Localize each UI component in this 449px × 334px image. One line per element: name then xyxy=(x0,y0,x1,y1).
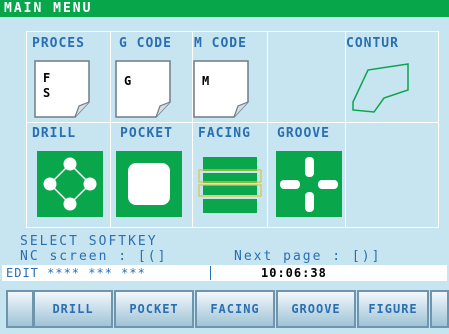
menu-label-m-code[interactable]: M CODE xyxy=(194,36,247,51)
softkey-groove-label: GROOVE xyxy=(291,302,341,316)
softkey-figure-label: FIGURE xyxy=(368,302,418,316)
softkey-right-arrow[interactable] xyxy=(430,290,449,328)
edit-mode-status: EDIT **** *** *** xyxy=(6,266,146,280)
softkey-facing[interactable]: FACING xyxy=(195,290,275,328)
next-page-hint: Next page : [)] xyxy=(234,249,382,264)
menu-label-facing[interactable]: FACING xyxy=(198,126,251,141)
menu-label-contur[interactable]: CONTUR xyxy=(346,36,399,51)
softkey-figure[interactable]: FIGURE xyxy=(357,290,429,328)
grid-divider xyxy=(110,32,111,227)
window-title: MAIN MENU xyxy=(4,1,93,16)
m-code-document-icon[interactable]: M xyxy=(193,60,249,118)
proces-document-icon[interactable]: F S xyxy=(34,60,90,118)
select-softkey-message: SELECT SOFTKEY xyxy=(20,234,158,249)
clock-display: 10:06:38 xyxy=(261,266,327,280)
drill-icon[interactable] xyxy=(37,151,103,217)
softkey-pocket[interactable]: POCKET xyxy=(114,290,194,328)
softkey-drill[interactable]: DRILL xyxy=(33,290,113,328)
softkey-facing-label: FACING xyxy=(210,302,260,316)
menu-label-pocket[interactable]: POCKET xyxy=(120,126,173,141)
grid-divider xyxy=(267,32,268,227)
softkey-pocket-label: POCKET xyxy=(129,302,179,316)
softkey-groove[interactable]: GROOVE xyxy=(276,290,356,328)
softkey-drill-label: DRILL xyxy=(52,302,94,316)
facing-icon[interactable] xyxy=(195,155,265,217)
grid-divider xyxy=(27,122,438,123)
menu-label-proces: PROCES xyxy=(32,36,85,51)
doc-line-s: S xyxy=(43,86,51,100)
status-separator xyxy=(210,266,211,280)
menu-label-groove[interactable]: GROOVE xyxy=(277,126,330,141)
doc-line-m: M xyxy=(202,74,210,88)
groove-icon[interactable] xyxy=(276,151,342,217)
contour-shape-icon[interactable] xyxy=(348,60,414,118)
menu-label-drill[interactable]: DRILL xyxy=(32,126,76,141)
g-code-document-icon[interactable]: G xyxy=(115,60,171,118)
doc-line-g: G xyxy=(124,74,132,88)
softkey-left-arrow[interactable] xyxy=(6,290,34,328)
pocket-icon[interactable] xyxy=(116,151,182,217)
grid-divider xyxy=(345,32,346,227)
title-bar: MAIN MENU xyxy=(0,0,449,17)
doc-line-f: F xyxy=(43,71,51,85)
menu-label-g-code[interactable]: G CODE xyxy=(119,36,172,51)
nc-screen-hint: NC screen : [(] xyxy=(20,249,168,264)
